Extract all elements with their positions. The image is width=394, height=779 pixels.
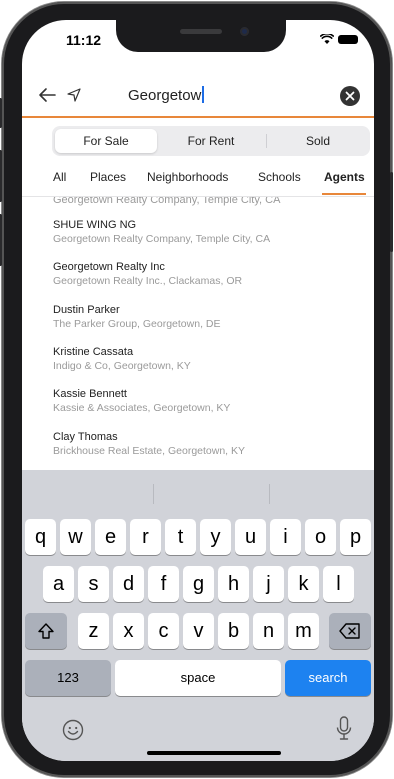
key-m[interactable]: m: [288, 613, 319, 649]
list-item[interactable]: SHUE WING NG Georgetown Realty Company, …: [53, 218, 353, 246]
agent-name: Kristine Cassata: [53, 346, 134, 358]
phone-frame: 11:12 Georgetow For Sale For Rent Sold A…: [0, 2, 393, 777]
key-c[interactable]: c: [148, 613, 179, 649]
key-z[interactable]: z: [78, 613, 109, 649]
space-key[interactable]: space: [115, 660, 281, 696]
wifi-icon: [320, 34, 334, 44]
search-key[interactable]: search: [285, 660, 371, 696]
agent-detail: Brickhouse Real Estate, Georgetown, KY: [53, 445, 246, 457]
agent-detail: Georgetown Realty Company, Temple City, …: [53, 233, 271, 245]
key-n[interactable]: n: [253, 613, 284, 649]
suggestion-divider: [269, 484, 270, 504]
agent-detail: The Parker Group, Georgetown, DE: [53, 318, 221, 330]
key-q[interactable]: q: [25, 519, 56, 555]
agent-name: Dustin Parker: [53, 304, 120, 316]
microphone-icon[interactable]: [336, 716, 352, 742]
key-h[interactable]: h: [218, 566, 249, 602]
back-arrow-icon[interactable]: [36, 84, 58, 106]
key-v[interactable]: v: [183, 613, 214, 649]
agent-name: SHUE WING NG: [53, 219, 137, 231]
speaker: [180, 29, 222, 34]
key-b[interactable]: b: [218, 613, 249, 649]
tab-neighborhoods[interactable]: Neighborhoods: [147, 170, 228, 184]
search-input[interactable]: Georgetow: [66, 82, 306, 110]
clear-search-icon[interactable]: [340, 86, 360, 106]
home-indicator: [147, 751, 281, 755]
segment-divider: [266, 134, 267, 148]
partial-result-detail: Georgetown Realty Company, Temple City, …: [53, 197, 281, 206]
shift-key[interactable]: [25, 613, 67, 649]
key-t[interactable]: t: [165, 519, 196, 555]
screen: 11:12 Georgetow For Sale For Rent Sold A…: [22, 20, 374, 761]
agent-detail: Georgetown Realty Inc., Clackamas, OR: [53, 275, 243, 287]
power-button: [390, 172, 393, 252]
key-f[interactable]: f: [148, 566, 179, 602]
list-item[interactable]: Dustin Parker The Parker Group, Georgeto…: [53, 303, 353, 331]
key-s[interactable]: s: [78, 566, 109, 602]
list-item[interactable]: Kristine Cassata Indigo & Co, Georgetown…: [53, 345, 353, 373]
key-j[interactable]: j: [253, 566, 284, 602]
segment-for-rent[interactable]: For Rent: [160, 129, 262, 153]
search-bar: Georgetow: [22, 76, 374, 116]
suggestion-divider: [153, 484, 154, 504]
silent-switch: [0, 98, 2, 128]
keyboard: q w e r t y u i o p a s d f g h j k l z …: [22, 470, 374, 761]
key-e[interactable]: e: [95, 519, 126, 555]
key-d[interactable]: d: [113, 566, 144, 602]
key-u[interactable]: u: [235, 519, 266, 555]
key-o[interactable]: o: [305, 519, 336, 555]
key-r[interactable]: r: [130, 519, 161, 555]
tab-places[interactable]: Places: [90, 170, 126, 184]
key-x[interactable]: x: [113, 613, 144, 649]
notch: [116, 20, 286, 52]
text-caret: [202, 86, 204, 103]
listing-type-segmented-control: For Sale For Rent Sold: [52, 126, 370, 156]
list-item[interactable]: Clay Thomas Brickhouse Real Estate, Geor…: [53, 430, 353, 458]
agent-detail: Kassie & Associates, Georgetown, KY: [53, 402, 231, 414]
key-w[interactable]: w: [60, 519, 91, 555]
volume-down-button: [0, 214, 2, 266]
tab-all[interactable]: All: [53, 170, 66, 184]
emoji-icon[interactable]: [62, 719, 84, 741]
delete-key[interactable]: [329, 613, 371, 649]
agent-name: Georgetown Realty Inc: [53, 261, 165, 273]
agent-name: Clay Thomas: [53, 431, 118, 443]
key-k[interactable]: k: [288, 566, 319, 602]
status-time: 11:12: [66, 32, 102, 48]
key-i[interactable]: i: [270, 519, 301, 555]
category-tabs: All Places Neighborhoods Schools Agents: [22, 170, 374, 192]
camera: [240, 27, 249, 36]
tab-schools[interactable]: Schools: [258, 170, 301, 184]
key-a[interactable]: a: [43, 566, 74, 602]
tab-agents[interactable]: Agents: [324, 170, 365, 184]
active-tab-indicator: [322, 193, 366, 195]
key-p[interactable]: p: [340, 519, 371, 555]
numbers-key[interactable]: 123: [25, 660, 111, 696]
results-list: Georgetown Realty Company, Temple City, …: [22, 197, 374, 470]
battery-icon: [338, 35, 358, 44]
agent-name: Kassie Bennett: [53, 388, 127, 400]
search-query: Georgetow: [128, 87, 202, 104]
list-item[interactable]: Kassie Bennett Kassie & Associates, Geor…: [53, 387, 353, 415]
agent-detail: Indigo & Co, Georgetown, KY: [53, 360, 191, 372]
search-underline: [22, 116, 374, 118]
key-g[interactable]: g: [183, 566, 214, 602]
backspace-icon: [339, 623, 360, 639]
shift-icon: [38, 623, 54, 639]
list-item[interactable]: Georgetown Realty Inc Georgetown Realty …: [53, 260, 353, 288]
volume-up-button: [0, 150, 2, 202]
key-y[interactable]: y: [200, 519, 231, 555]
segment-sold[interactable]: Sold: [268, 129, 368, 153]
segment-for-sale[interactable]: For Sale: [55, 129, 157, 153]
key-l[interactable]: l: [323, 566, 354, 602]
